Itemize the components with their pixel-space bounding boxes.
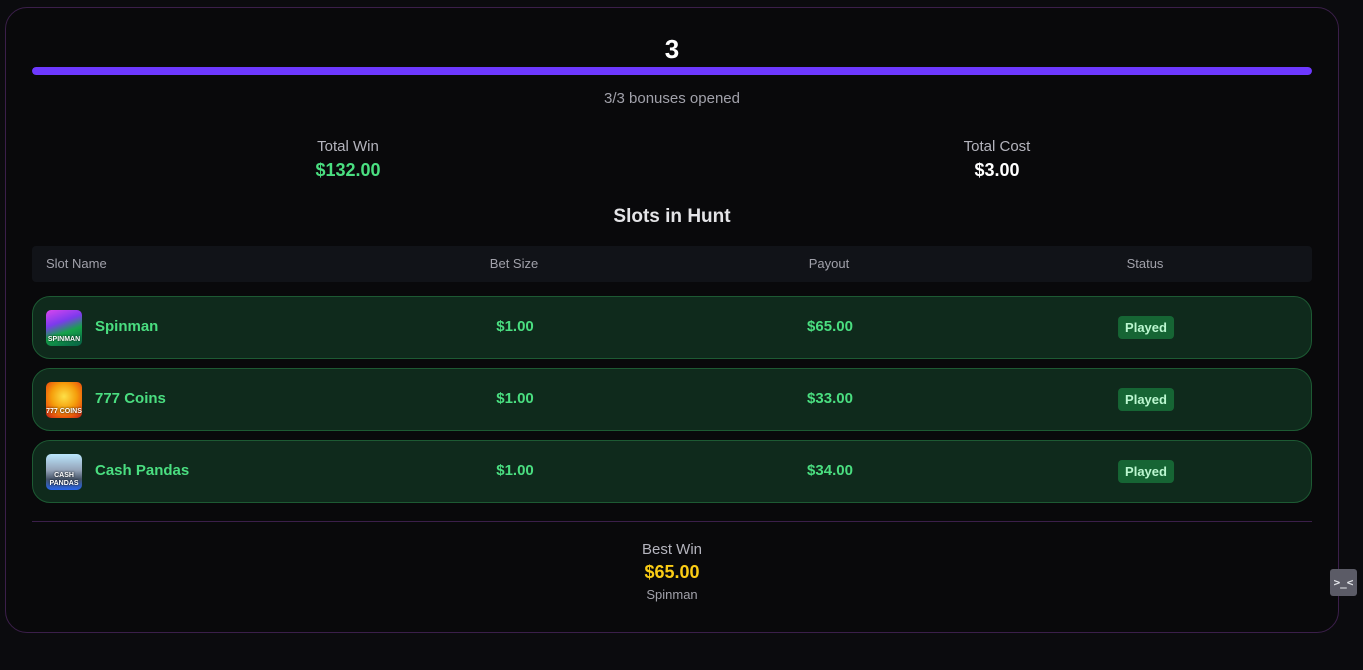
table-row[interactable]: 777 COINS 777 Coins $1.00 $33.00 Played xyxy=(32,368,1312,431)
bonus-count: 3 xyxy=(664,34,680,64)
slot-name: Spinman xyxy=(95,318,159,335)
best-win-value: $65.00 xyxy=(644,562,700,582)
bet-size: $1.00 xyxy=(496,390,534,407)
bet-size: $1.00 xyxy=(496,318,534,335)
progress-bar-fill xyxy=(32,67,1312,75)
table-row[interactable]: CASH PANDAS Cash Pandas $1.00 $34.00 Pla… xyxy=(32,440,1312,503)
column-header-status: Status xyxy=(1126,256,1164,271)
slot-thumbnail-text: 777 COINS xyxy=(46,408,82,415)
total-win-label: Total Win xyxy=(317,138,379,155)
column-header-payout: Payout xyxy=(808,256,850,271)
total-cost-label: Total Cost xyxy=(963,138,1031,155)
total-cost-stat: Total Cost $3.00 xyxy=(847,138,1147,181)
column-header-slot-name: Slot Name xyxy=(46,256,107,271)
bet-size: $1.00 xyxy=(496,462,534,479)
status-badge: Played xyxy=(1118,388,1174,411)
slot-thumbnail-text: CASH PANDAS xyxy=(49,472,79,487)
bonuses-opened-text: 3/3 bonuses opened xyxy=(604,90,740,107)
progress-bar xyxy=(32,67,1312,75)
status-badge: Played xyxy=(1118,460,1174,483)
total-win-value: $132.00 xyxy=(315,160,381,180)
slot-name: 777 Coins xyxy=(95,390,166,407)
hunt-panel: 3 3/3 bonuses opened Total Win $132.00 T… xyxy=(5,7,1339,633)
slot-thumbnail: SPINMAN xyxy=(46,310,82,346)
table-row[interactable]: SPINMAN Spinman $1.00 $65.00 Played xyxy=(32,296,1312,359)
collapse-toggle-icon[interactable]: >_< xyxy=(1330,569,1357,596)
best-win-slot: Spinman xyxy=(646,587,698,602)
slot-thumbnail: CASH PANDAS xyxy=(46,454,82,490)
slot-name: Cash Pandas xyxy=(95,462,190,479)
payout: $65.00 xyxy=(807,318,853,335)
section-divider xyxy=(32,521,1312,522)
status-badge: Played xyxy=(1118,316,1174,339)
column-header-bet-size: Bet Size xyxy=(489,256,539,271)
best-win-summary: Best Win $65.00 Spinman xyxy=(6,541,1338,602)
total-win-stat: Total Win $132.00 xyxy=(198,138,498,181)
slots-section-title: Slots in Hunt xyxy=(613,206,731,227)
table-header: Slot Name Bet Size Payout Status xyxy=(32,246,1312,282)
best-win-label: Best Win xyxy=(641,541,702,558)
slot-thumbnail-text: SPINMAN xyxy=(47,336,81,343)
payout: $33.00 xyxy=(807,390,853,407)
payout: $34.00 xyxy=(807,462,853,479)
total-cost-value: $3.00 xyxy=(974,160,1020,180)
slot-thumbnail: 777 COINS xyxy=(46,382,82,418)
